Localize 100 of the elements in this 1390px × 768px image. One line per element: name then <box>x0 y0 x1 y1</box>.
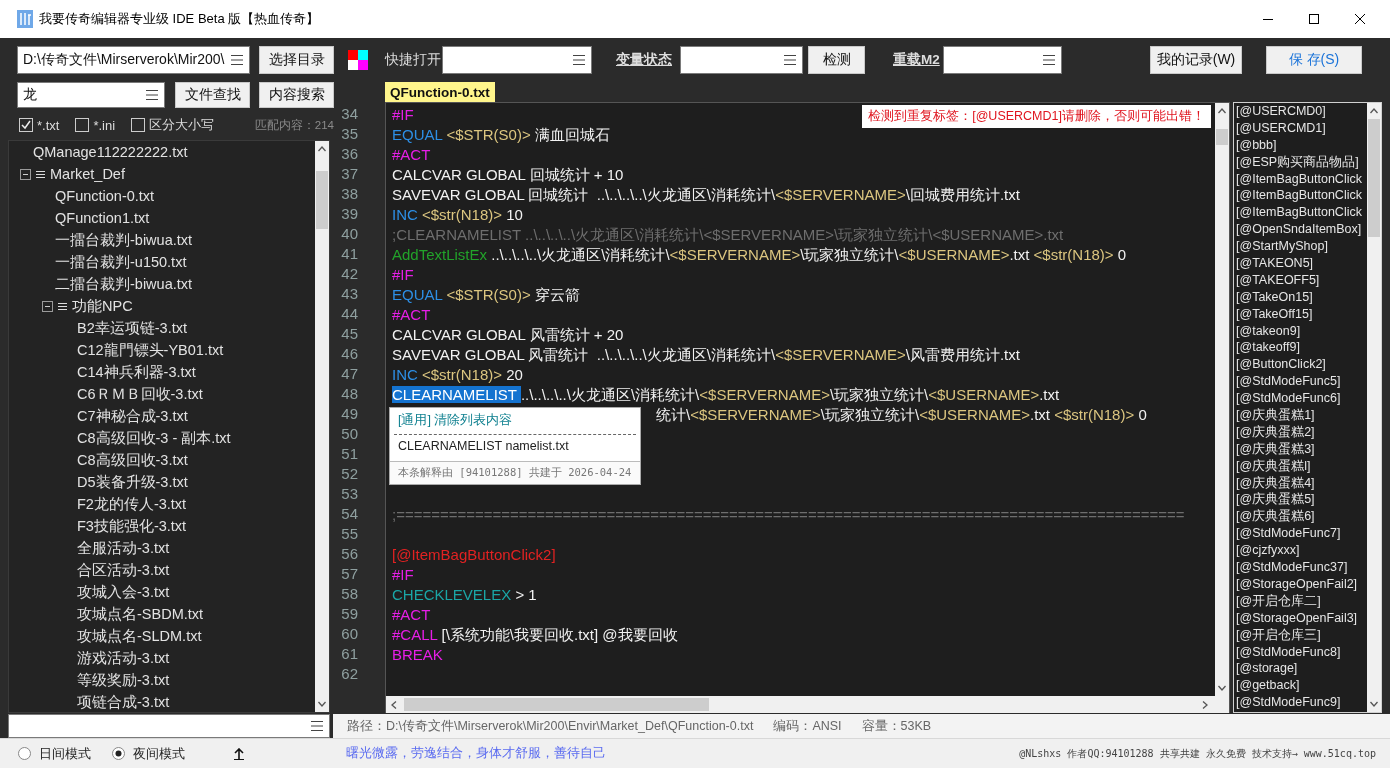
tree-file[interactable]: F2龙的传人-3.txt <box>76 494 188 514</box>
line-number: 53 <box>340 484 359 504</box>
tree-file[interactable]: D5装备升级-3.txt <box>76 472 189 492</box>
tree-file[interactable]: QFunction1.txt <box>54 210 151 226</box>
tree-file[interactable]: C6ＲＭＢ回收-3.txt <box>76 384 204 404</box>
scrollbar-thumb[interactable] <box>404 698 709 711</box>
label-item[interactable]: [@StdModeFunc7] <box>1236 525 1367 543</box>
text-selection: CLEARNAMELIST <box>392 386 521 403</box>
tree-file[interactable]: 攻城入会-3.txt <box>76 582 171 602</box>
toolbar-button[interactable]: 检测 <box>808 46 865 74</box>
toolbar-link[interactable]: 变量状态 <box>616 51 680 69</box>
label-item[interactable]: [@ItemBagButtonClick <box>1236 187 1367 205</box>
label-item[interactable]: [@OpenSndaItemBox] <box>1236 221 1367 239</box>
label-item[interactable]: [@StartMyShop] <box>1236 238 1367 255</box>
label-item[interactable]: [@USERCMD1] <box>1236 119 1367 137</box>
tree-file[interactable]: C8高级回收-3.txt <box>76 450 189 470</box>
label-item[interactable]: [@StdModeFunc5] <box>1236 373 1367 391</box>
tree-file[interactable]: C12龍門镖头-YB01.txt <box>76 340 225 360</box>
tree-file[interactable]: 一擂台裁判-u150.txt <box>54 252 188 272</box>
tree-file[interactable]: 攻城点名-SBDM.txt <box>76 604 205 624</box>
search-button[interactable]: 文件查找 <box>175 82 250 108</box>
tree-file[interactable]: F3技能强化-3.txt <box>76 516 188 536</box>
label-item[interactable]: [@开启仓库二] <box>1236 592 1367 610</box>
code-line: ;========================================================================================== <box>391 505 1185 525</box>
checkbox[interactable] <box>131 118 146 132</box>
tree-folder[interactable]: Market_Def <box>49 166 126 182</box>
checkbox[interactable] <box>19 118 33 132</box>
label-item[interactable]: [@takeon9] <box>1236 322 1367 340</box>
search-field[interactable]: 龙 <box>17 82 165 108</box>
tree-file[interactable]: C7神秘合成-3.txt <box>76 406 189 426</box>
check-icon <box>21 120 31 130</box>
label-item[interactable]: [@USERCMD0] <box>1236 103 1367 120</box>
label-item[interactable]: [@StorageOpenFail2] <box>1236 575 1367 593</box>
label-item[interactable]: [@TakeOn15] <box>1236 288 1367 306</box>
tree-folder[interactable]: 功能NPC <box>71 296 134 316</box>
label-item[interactable]: [@ItemBagButtonClick <box>1236 204 1367 222</box>
radio-button[interactable] <box>112 747 125 760</box>
label-item[interactable]: [@TakeOff15] <box>1236 305 1367 323</box>
tree-file[interactable]: C14神兵利器-3.txt <box>76 362 197 382</box>
label-item[interactable]: [@庆典蛋糕4] <box>1236 474 1367 492</box>
scrollbar-thumb[interactable] <box>316 171 328 229</box>
checkbox[interactable] <box>75 118 90 132</box>
label-item[interactable]: [@庆典蛋糕3] <box>1236 440 1367 458</box>
tree-file[interactable]: 全服活动-3.txt <box>76 538 171 558</box>
search-button[interactable]: 内容搜索 <box>259 82 334 108</box>
collapse-toggle-icon[interactable] <box>42 300 53 312</box>
tree-file[interactable]: 一擂台裁判-biwua.txt <box>54 230 194 250</box>
tree-file[interactable]: 二擂台裁判-biwua.txt <box>54 274 194 294</box>
label-item[interactable]: [@StorageOpenFail3] <box>1236 609 1367 627</box>
file-tab[interactable]: QFunction-0.txt <box>385 82 495 102</box>
label-item[interactable]: [@cjzfyxxx] <box>1236 542 1367 560</box>
input-field[interactable] <box>442 46 592 74</box>
label-item[interactable]: [@庆典蛋糕5] <box>1236 491 1367 509</box>
label-item[interactable]: [@takeoff9] <box>1236 339 1367 357</box>
label-item[interactable]: [@开启仓库三] <box>1236 626 1367 644</box>
label-item[interactable]: [@庆典蛋糕l] <box>1236 457 1367 475</box>
menu-icon <box>784 53 796 67</box>
label-item[interactable]: [@庆典蛋糕1] <box>1236 407 1367 424</box>
tree-file[interactable]: C8高级回收-3 - 副本.txt <box>76 428 232 448</box>
label-item[interactable]: [@StdModeFunc6] <box>1236 390 1367 408</box>
input-field[interactable] <box>680 46 803 74</box>
code-line: #ACT <box>391 145 431 165</box>
label-item[interactable]: [@storage] <box>1236 660 1367 678</box>
toolbar-link[interactable]: 重载M2 <box>893 51 943 69</box>
line-number: 52 <box>340 464 359 484</box>
label-item[interactable]: [@getback] <box>1236 677 1367 695</box>
label-item[interactable]: [@StdModeFunc8] <box>1236 643 1367 661</box>
label-item[interactable]: [@StdModeFunc9] <box>1236 694 1367 712</box>
label-item[interactable]: [@TAKEOFF5] <box>1236 271 1367 289</box>
collapse-toggle-icon[interactable] <box>20 168 31 180</box>
label-item[interactable]: [@bbb] <box>1236 136 1367 154</box>
radio-button[interactable] <box>18 747 31 760</box>
up-arrow-icon[interactable] <box>233 747 245 760</box>
input-field[interactable] <box>8 714 330 738</box>
toolbar-button[interactable]: 我的记录(W) <box>1150 46 1242 74</box>
label-item[interactable]: [@ButtonClick2] <box>1236 356 1367 374</box>
tree-file[interactable]: 合区活动-3.txt <box>76 560 171 580</box>
line-number: 34 <box>340 104 359 124</box>
tree-file[interactable]: 项链合成-3.txt <box>76 692 171 712</box>
label-item[interactable]: [@ItemBagButtonClick <box>1236 170 1367 188</box>
label-item[interactable]: [@庆典蛋糕6] <box>1236 508 1367 526</box>
tree-file[interactable]: 等级奖励-3.txt <box>76 670 171 690</box>
scrollbar-thumb[interactable] <box>1216 129 1228 145</box>
label-item[interactable]: [@StdModeFunc37] <box>1236 559 1367 576</box>
label-item[interactable]: [@TAKEON5] <box>1236 255 1367 272</box>
input-field[interactable] <box>943 46 1062 74</box>
tree-file[interactable]: B2幸运项链-3.txt <box>76 318 188 338</box>
tree-file[interactable]: 攻城点名-SLDM.txt <box>76 626 203 646</box>
scrollbar-thumb[interactable] <box>1368 119 1380 237</box>
code-line: INC <$str(N18)> 20 <box>391 365 523 385</box>
tree-file[interactable]: QManage112222222.txt <box>32 144 189 160</box>
label-item[interactable]: [@ESP购买商品物品] <box>1236 153 1367 171</box>
color-palette-icon[interactable] <box>348 50 368 70</box>
tree-file[interactable]: QFunction-0.txt <box>54 188 156 204</box>
label-item[interactable]: [@庆典蛋糕2] <box>1236 423 1367 441</box>
toolbar-button[interactable]: 保 存(S) <box>1266 46 1362 74</box>
toolbar-button[interactable]: 选择目录 <box>259 46 334 74</box>
input-field[interactable]: D:\传奇文件\Mirserverok\Mir200\ <box>17 46 250 74</box>
tree-file[interactable]: 游戏活动-3.txt <box>76 648 171 668</box>
code-line: CALCVAR GLOBAL 风雷统计 + 20 <box>391 325 624 345</box>
